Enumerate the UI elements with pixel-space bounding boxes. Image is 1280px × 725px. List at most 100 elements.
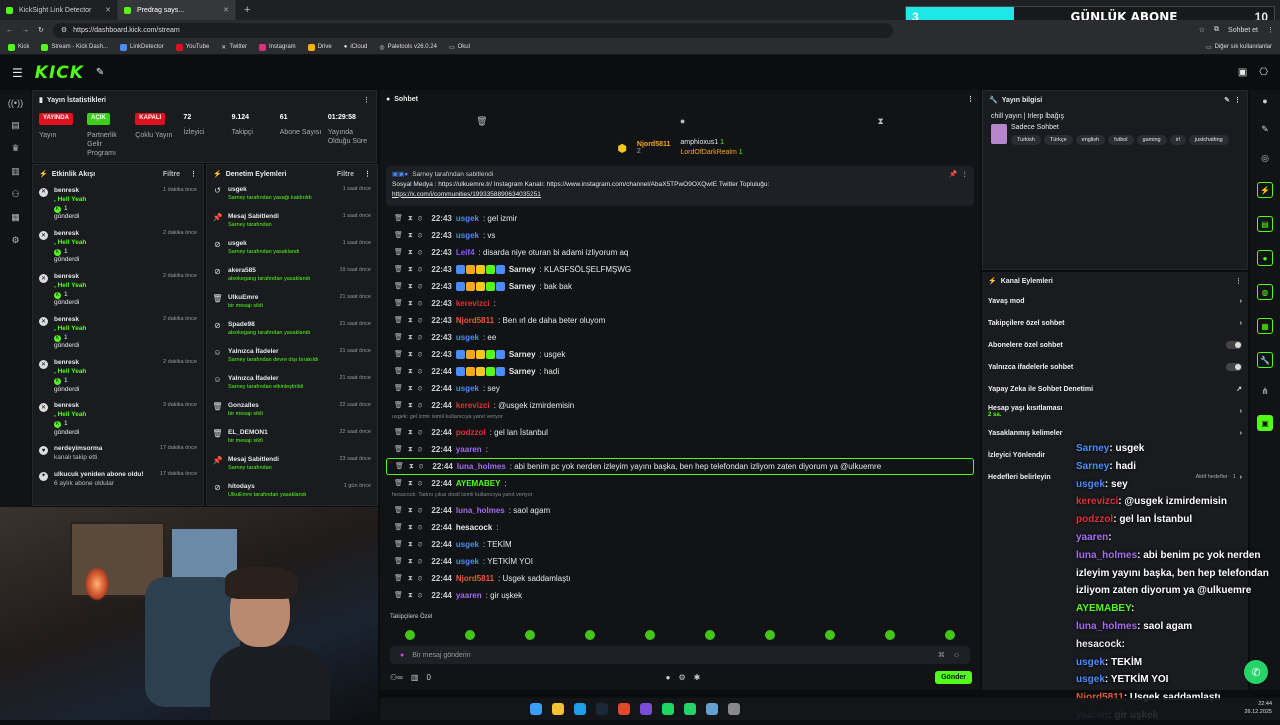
channel-action-item[interactable]: Takipçilere özel sohbet ›	[982, 312, 1248, 334]
message-mod-tools-icon[interactable]: 🗑⧗⊘	[394, 299, 427, 308]
toggle-switch[interactable]	[1226, 363, 1242, 371]
chat-message[interactable]: 🗑⧗⊘ 22:44 AYEMABEY:	[380, 475, 980, 492]
panel-menu-icon[interactable]: ⋮	[363, 96, 370, 104]
tab-close-icon[interactable]: ✕	[223, 6, 229, 14]
panel-menu-icon[interactable]: ⋮	[190, 170, 197, 178]
chat-message[interactable]: 🗑⧗⊘ 22:43 kerevizci:	[380, 295, 980, 312]
modlog-item[interactable]: ☺ Yalnızca İfadeler Sarney tarafından etki…	[207, 372, 377, 399]
chat-username[interactable]: usgek	[456, 214, 479, 223]
chat-message[interactable]: 🗑⧗⊘ 22:44 yaaren:	[380, 441, 980, 458]
message-mod-tools-icon[interactable]: 🗑⧗⊘	[394, 401, 427, 410]
stream-tag[interactable]: english	[1075, 135, 1106, 145]
edit-icon[interactable]: ✎	[1224, 96, 1230, 104]
emote-icon[interactable]	[405, 630, 415, 640]
chat-username[interactable]: usgek	[456, 333, 479, 342]
chat-username[interactable]: usgek	[456, 540, 479, 549]
target-icon[interactable]: ◎	[1261, 153, 1269, 164]
emote-icon[interactable]	[765, 630, 775, 640]
chat-message[interactable]: 🗑⧗⊘ 22:44 hesacock:	[380, 519, 980, 536]
emote-icon[interactable]	[885, 630, 895, 640]
pen-icon[interactable]: ✎	[1261, 124, 1269, 135]
bolt-tool-icon[interactable]: ⚡	[1257, 182, 1273, 198]
pinned-menu-icon[interactable]: ⋮	[962, 170, 969, 180]
chat-username[interactable]: kerevizci	[456, 299, 490, 308]
message-mod-tools-icon[interactable]: 🗑⧗⊘	[394, 540, 427, 549]
layout-icon[interactable]: ▣	[1238, 67, 1247, 78]
message-mod-tools-icon[interactable]: 🗑⧗⊘	[394, 506, 427, 515]
commands-icon[interactable]: ⌘	[938, 651, 945, 659]
trash-icon[interactable]: 🗑	[476, 116, 487, 127]
chat-message[interactable]: 🗑⧗⊘ 22:44 yaaren: gir uşkek	[380, 587, 980, 604]
activity-item[interactable]: ✦ ulkucuk yeniden abone oldu! 6 aylık abon…	[33, 467, 203, 493]
mic-icon[interactable]: ●	[400, 652, 404, 659]
gear-alt-icon[interactable]: ✱	[694, 673, 701, 682]
whatsapp-float-icon[interactable]: ✆	[1244, 660, 1268, 684]
chat-username[interactable]: Sarney	[509, 350, 536, 359]
chat-message[interactable]: 🗑⧗⊘ 22:44 Njord5811: Usgek saddamlaştı	[380, 570, 980, 587]
app-icon[interactable]	[706, 703, 718, 715]
dashboard-icon[interactable]: ▤	[11, 120, 20, 131]
chat-input[interactable]: ● Bir mesaj gönderin ⌘ ☺	[390, 646, 970, 664]
chat-username[interactable]: Leif4	[456, 248, 475, 257]
chat-message[interactable]: 🗑⧗⊘ 22:43 usgek: ee	[380, 329, 980, 346]
emoji-icon[interactable]: ☺	[953, 652, 960, 659]
community-icon[interactable]: ⚇	[11, 189, 19, 200]
message-mod-tools-icon[interactable]: 🗑⧗⊘	[394, 248, 427, 257]
modlog-item[interactable]: ⊘ usgek Sarney tarafından yasaklandı 1 saat…	[207, 237, 377, 264]
modlog-item[interactable]: 🗑 Gonzalles bir mesajı sildi 22 saat önce	[207, 399, 377, 426]
chat-message[interactable]: 🗑⧗⊘ 22:44 podzzol: gel lan İstanbul	[380, 424, 980, 441]
hourglass-icon[interactable]: ⧗	[878, 116, 884, 127]
chat-message[interactable]: 🗑⧗⊘ 22:43 usgek: vs	[380, 227, 980, 244]
emote-icon[interactable]	[825, 630, 835, 640]
settings-icon[interactable]: ⚙	[678, 673, 685, 682]
modlog-item[interactable]: 📌 Mesaj Sabitlendi Sarney tarafından 1 saat…	[207, 210, 377, 237]
user-icon[interactable]: ●	[1262, 96, 1267, 106]
stream-tag[interactable]: Turkish	[1011, 135, 1041, 145]
audio-tool-icon[interactable]: ◍	[1257, 284, 1273, 300]
gifter-name[interactable]: LordOfDarkRealm	[680, 149, 736, 156]
message-mod-tools-icon[interactable]: 🗑⧗⊘	[394, 350, 427, 359]
other-bookmarks[interactable]: ▭ Diğer sık kullanılanlar	[1206, 44, 1272, 51]
filter-button[interactable]: Filtre	[337, 171, 354, 178]
bookmark-item[interactable]: Stream - Kick Dash...	[41, 43, 108, 51]
tab-close-icon[interactable]: ✕	[105, 6, 111, 14]
chat-username[interactable]: Njord5811	[456, 574, 494, 583]
chat-username[interactable]: usgek	[456, 557, 479, 566]
emote-icon[interactable]	[465, 630, 475, 640]
add-tool-icon[interactable]: ▣	[1257, 415, 1273, 431]
gift-icon[interactable]: ▥	[411, 673, 419, 682]
message-mod-tools-icon[interactable]: 🗑⧗⊘	[394, 265, 427, 274]
message-mod-tools-icon[interactable]: 🗑⧗⊘	[394, 428, 427, 437]
bookmark-item[interactable]: ▭ Okul	[449, 44, 470, 51]
browser-menu-icon[interactable]: ⋮	[1267, 26, 1274, 34]
chat-message[interactable]: 🗑⧗⊘ 22:43 Sarney: usgek	[380, 346, 980, 363]
channel-action-item[interactable]: Yavaş mod ›	[982, 290, 1248, 312]
gifter-name[interactable]: Njord5811	[637, 141, 670, 148]
new-tab-button[interactable]: +	[236, 4, 258, 16]
bookmark-item[interactable]: YouTube	[175, 43, 209, 51]
reload-icon[interactable]: ↻	[38, 26, 44, 34]
activity-item[interactable]: ✕ benresk, Hell Yeah K 1 gönderdi 2 dakika ön…	[33, 312, 203, 355]
modlog-item[interactable]: ⊘ hitodays UlkuEmre tarafından yasaklandı 1…	[207, 480, 377, 507]
message-mod-tools-icon[interactable]: 🗑⧗⊘	[394, 316, 427, 325]
panel-menu-icon[interactable]: ⋮	[1235, 277, 1242, 285]
modlog-item[interactable]: ⊘ akera585 alsokegang tarafından yasakland…	[207, 264, 377, 291]
bookmark-item[interactable]: ✕ Twitter	[221, 44, 247, 51]
activity-item[interactable]: ✕ benresk, Hell Yeah K 1 gönderdi 1 dakika ön…	[33, 183, 203, 226]
stream-tag[interactable]: futbol	[1108, 135, 1134, 145]
message-mod-tools-icon[interactable]: 🗑⧗⊘	[394, 367, 427, 376]
chat-message[interactable]: 🗑⧗⊘ 22:44 Sarney: hadi	[380, 363, 980, 380]
message-mod-tools-icon[interactable]: 🗑⧗⊘	[394, 574, 427, 583]
chat-username[interactable]: yaaren	[456, 591, 482, 600]
chat-message[interactable]: 🗑⧗⊘ 22:44 usgek: sey	[380, 380, 980, 397]
extensions-icon[interactable]: ⧉	[1214, 26, 1219, 34]
message-mod-tools-icon[interactable]: 🗑⧗⊘	[395, 462, 428, 471]
app-icon[interactable]	[728, 703, 740, 715]
emote-icon[interactable]	[945, 630, 955, 640]
site-info-icon[interactable]: ⚙	[61, 26, 67, 34]
bookmark-item[interactable]: LinkDetector	[120, 43, 164, 51]
chat-username[interactable]: yaaren	[456, 445, 482, 454]
wrench-tool-icon[interactable]: 🔧	[1257, 352, 1273, 368]
chat-username[interactable]: luna_holmes	[457, 462, 506, 471]
message-mod-tools-icon[interactable]: 🗑⧗⊘	[394, 591, 427, 600]
